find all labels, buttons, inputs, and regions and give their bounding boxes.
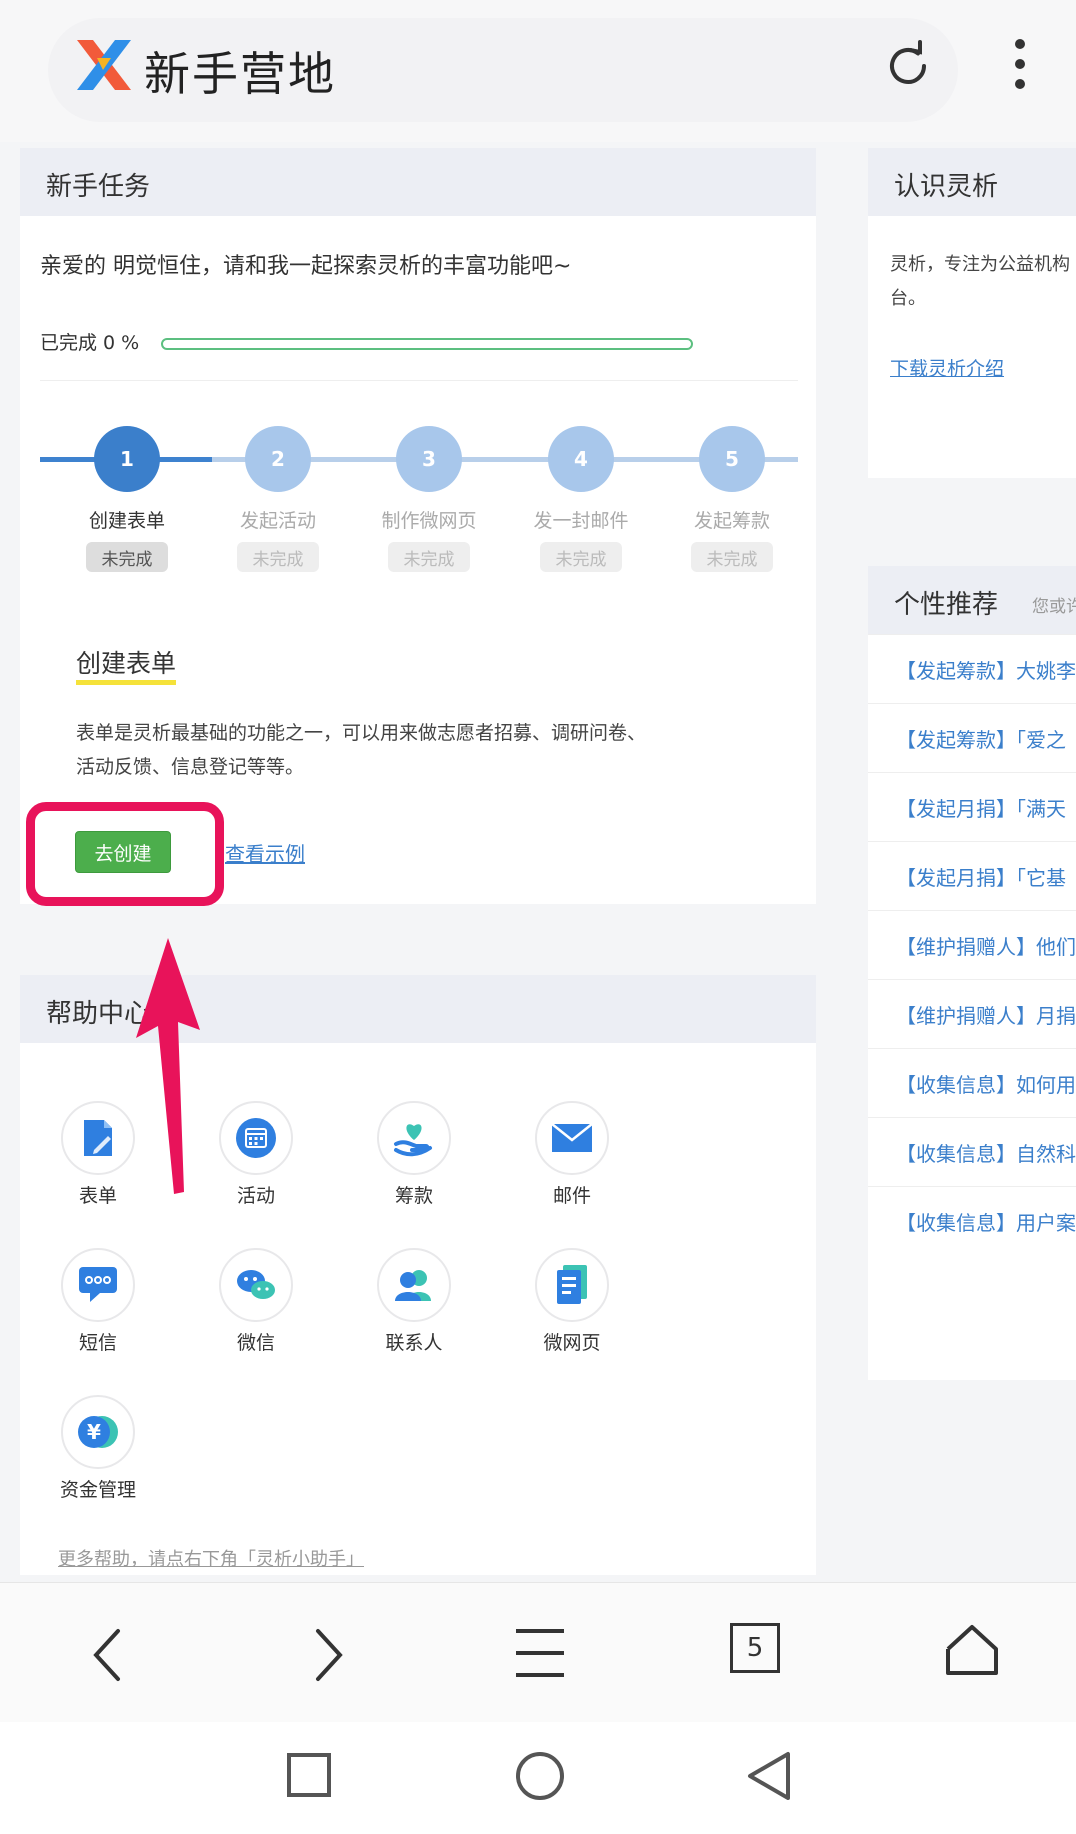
calendar-icon <box>219 1101 293 1175</box>
recent-apps-icon[interactable] <box>286 1752 332 1798</box>
contacts-icon <box>377 1248 451 1322</box>
step-status-badge: 未完成 <box>691 542 773 572</box>
about-text: 灵析，专注为公益机构 台。 <box>890 248 1076 316</box>
about-text-line: 灵析，专注为公益机构 <box>890 254 1070 275</box>
webpage-icon <box>535 1248 609 1322</box>
recommend-item[interactable]: 【收集信息】自然科 <box>868 1117 1076 1185</box>
step-status-badge: 未完成 <box>86 542 168 572</box>
step-status-badge: 未完成 <box>388 542 470 572</box>
recommend-item[interactable]: 【发起筹款】「爱之 <box>868 703 1076 771</box>
help-label: 微信 <box>236 1332 275 1354</box>
step-number: 1 <box>94 426 160 492</box>
recommend-item[interactable]: 【收集信息】用户案 <box>868 1186 1076 1254</box>
page-title: 新手营地 <box>144 47 336 101</box>
mail-icon <box>535 1101 609 1175</box>
system-nav-bar <box>0 1722 1076 1834</box>
help-label: 邮件 <box>552 1185 591 1207</box>
step-create-form[interactable]: 1 创建表单 未完成 <box>62 426 192 586</box>
help-item-event[interactable]: 活动 <box>196 1101 316 1208</box>
step-name: 创建表单 <box>88 510 165 532</box>
help-label: 短信 <box>78 1332 117 1354</box>
svg-text:¥: ¥ <box>87 1420 101 1444</box>
card-header: 新手任务 <box>20 148 816 216</box>
step-fundraise[interactable]: 5 发起筹款 未完成 <box>667 426 797 586</box>
help-item-fundraise[interactable]: 筹款 <box>354 1101 474 1208</box>
help-item-wechat[interactable]: 微信 <box>196 1248 316 1355</box>
refresh-icon[interactable] <box>880 38 936 94</box>
step-status-badge: 未完成 <box>237 542 319 572</box>
more-help-link[interactable]: 更多帮助，请点右下角「灵析小助手」 <box>58 1545 364 1571</box>
tabs-count-button[interactable]: 5 <box>730 1623 780 1673</box>
download-intro-link[interactable]: 下载灵析介绍 <box>890 354 1004 381</box>
step-number: 4 <box>548 426 614 492</box>
recommend-item[interactable]: 【发起筹款】大姚李 <box>868 634 1076 702</box>
step-name: 制作微网页 <box>381 510 477 532</box>
help-label: 资金管理 <box>59 1479 136 1501</box>
step-launch-event[interactable]: 2 发起活动 未完成 <box>213 426 343 586</box>
progress-bar <box>161 338 693 350</box>
home-icon[interactable] <box>944 1623 1000 1677</box>
step-number: 5 <box>699 426 765 492</box>
step-status-badge: 未完成 <box>540 542 622 572</box>
step-name: 发一封邮件 <box>533 510 629 532</box>
finance-icon: ¥ <box>61 1395 135 1469</box>
step-number: 3 <box>396 426 462 492</box>
help-item-mail[interactable]: 邮件 <box>512 1101 632 1208</box>
help-label: 筹款 <box>394 1185 433 1207</box>
menu-icon[interactable] <box>514 1625 566 1681</box>
progress-label: 已完成 0 % <box>40 332 140 354</box>
section-description: 表单是灵析最基础的功能之一，可以用来做志愿者招募、调研问卷、活动反馈、信息登记等… <box>76 722 647 778</box>
recommend-item[interactable]: 【维护捐赠人】月捐 <box>868 979 1076 1047</box>
wechat-icon <box>219 1248 293 1322</box>
recommend-item[interactable]: 【发起月捐】「满天 <box>868 772 1076 840</box>
more-vertical-icon[interactable] <box>1000 36 1040 92</box>
recommendations-card: 个性推荐 您或许 【发起筹款】大姚李 【发起筹款】「爱之 【发起月捐】「满天 【… <box>868 566 1076 1380</box>
help-item-sms[interactable]: 短信 <box>38 1248 158 1355</box>
help-item-webpage[interactable]: 微网页 <box>512 1248 632 1355</box>
help-label: 微网页 <box>543 1332 601 1354</box>
step-name: 发起活动 <box>239 510 316 532</box>
card-subtitle: 您或许 <box>1032 597 1076 617</box>
step-number: 2 <box>245 426 311 492</box>
help-label: 活动 <box>236 1185 275 1207</box>
card-title: 个性推荐 <box>894 590 999 620</box>
browser-toolbar: 5 <box>0 1582 1076 1722</box>
step-name: 发起筹款 <box>693 510 770 532</box>
about-lingxi-card: 认识灵析 灵析，专注为公益机构 台。 下载灵析介绍 <box>868 148 1076 478</box>
arrow-annotation-icon <box>136 938 200 1194</box>
sms-icon <box>61 1248 135 1322</box>
step-send-email[interactable]: 4 发一封邮件 未完成 <box>516 426 646 586</box>
step-make-webpage[interactable]: 3 制作微网页 未完成 <box>364 426 494 586</box>
lingxi-logo-icon <box>77 40 131 90</box>
card-title: 新手任务 <box>46 172 151 202</box>
highlight-annotation <box>26 802 224 906</box>
help-item-contacts[interactable]: 联系人 <box>354 1248 474 1355</box>
newbie-tasks-card: 新手任务 亲爱的 明觉恒住，请和我一起探索灵析的丰富功能吧~ 已完成 0 % 1… <box>20 148 816 904</box>
forward-icon[interactable] <box>308 1627 348 1683</box>
section-title: 创建表单 <box>76 648 177 685</box>
card-header: 个性推荐 您或许 <box>868 566 1076 634</box>
back-icon[interactable] <box>88 1627 128 1683</box>
app-header: 新手营地 <box>0 0 1076 142</box>
greeting-text: 亲爱的 明觉恒住，请和我一起探索灵析的丰富功能吧~ <box>40 254 572 279</box>
divider <box>40 380 798 381</box>
view-example-link[interactable]: 查看示例 <box>225 838 305 867</box>
back-triangle-icon[interactable] <box>746 1750 792 1802</box>
recommend-item[interactable]: 【发起月捐】「它基 <box>868 841 1076 909</box>
donation-icon <box>377 1101 451 1175</box>
help-item-finance[interactable]: ¥ 资金管理 <box>38 1395 158 1502</box>
home-circle-icon[interactable] <box>514 1750 566 1802</box>
card-header: 认识灵析 <box>868 148 1076 216</box>
recommend-item[interactable]: 【收集信息】如何用 <box>868 1048 1076 1116</box>
card-title: 认识灵析 <box>894 172 999 202</box>
about-text-line: 台。 <box>890 288 926 309</box>
recommend-item[interactable]: 【维护捐赠人】他们 <box>868 910 1076 978</box>
help-label: 联系人 <box>385 1332 443 1354</box>
